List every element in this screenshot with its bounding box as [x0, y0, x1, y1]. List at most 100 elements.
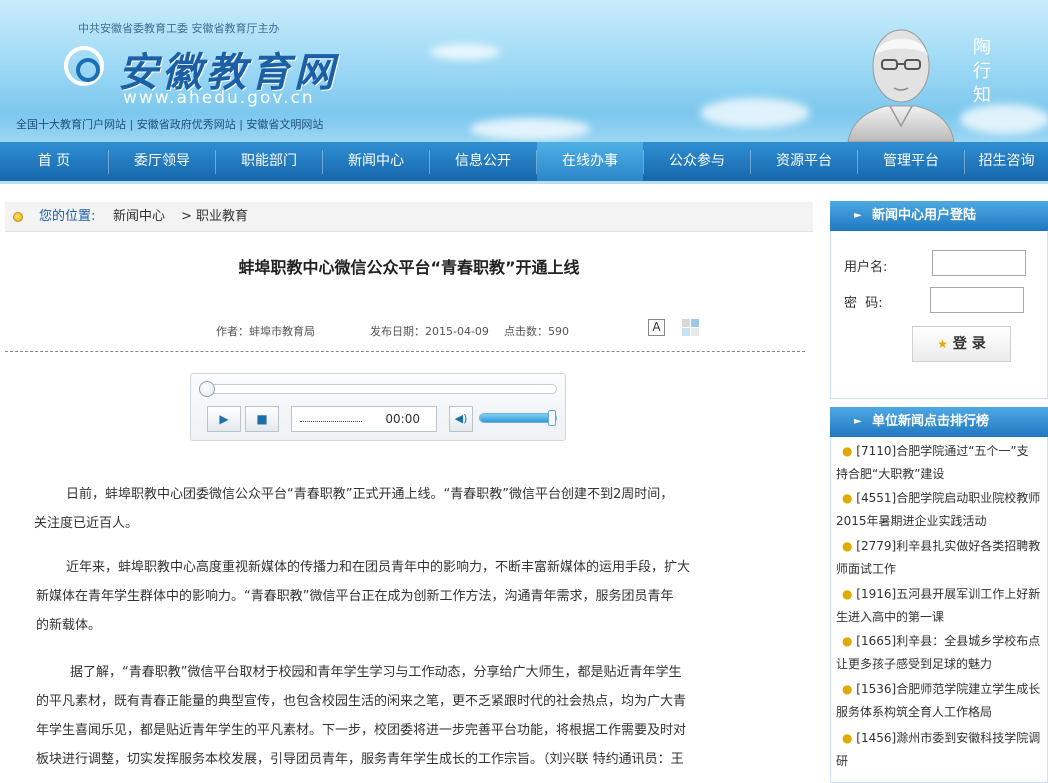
ranking-item[interactable]: ● [1536]合肥师范学院建立学生成长 服务体系构筑全育人工作格局: [836, 678, 1048, 724]
paragraph-line: 的新载体。: [36, 618, 102, 633]
logo-at-icon: [64, 46, 104, 86]
nav-item-departments[interactable]: 职能部门: [216, 142, 322, 181]
article-date: 发布日期：2015-04-09: [370, 325, 489, 338]
nav-item-admissions[interactable]: 招生咨询: [965, 142, 1048, 181]
cloud-decoration: [470, 118, 590, 140]
username-label: 用户名:: [844, 260, 888, 275]
breadcrumb-link-news-center[interactable]: 新闻中心: [113, 202, 165, 232]
paragraph-line: 新媒体在青年学生群体中的影响力。“青春职教”微信平台正在成为创新工作方法，沟通青…: [36, 589, 674, 604]
site-honors: 全国十大教育门户网站 | 安徽省政府优秀网站 | 安徽省文明网站: [16, 118, 324, 131]
background-color-button[interactable]: [682, 319, 699, 336]
cloud-decoration: [700, 98, 810, 128]
nav-item-leaders[interactable]: 委厅领导: [109, 142, 215, 181]
nav-item-home[interactable]: 首 页: [0, 142, 108, 181]
portrait-name: 陶行知: [973, 37, 991, 106]
volume-handle[interactable]: [548, 410, 556, 426]
ranking-item[interactable]: ● [2779]利辛县扎实做好各类招聘教 师面试工作: [836, 535, 1048, 581]
ranking-item[interactable]: ● [7110]合肥学院通过“五个一”支 持合肥“大职教”建设: [836, 440, 1048, 486]
location-dot-icon: [13, 212, 23, 222]
login-panel-header: ► 新闻中心用户登陆: [830, 201, 1048, 231]
site-url: www.ahedu.gov.cn: [123, 88, 315, 108]
article-click-count: 点击数：590: [504, 325, 569, 338]
breadcrumb-label: 您的位置:: [39, 209, 96, 224]
play-button[interactable]: ▶: [207, 406, 241, 432]
article-divider: [5, 351, 805, 352]
font-size-button[interactable]: A: [648, 319, 665, 336]
ranking-count: [2779]: [856, 539, 897, 553]
nav-item-management[interactable]: 管理平台: [858, 142, 964, 181]
article-author: 作者：蚌埠市教育局: [216, 325, 315, 338]
ranking-panel-header: ► 单位新闻点击排行榜: [830, 407, 1048, 437]
color-swatch: [682, 319, 690, 327]
main-nav: 首 页 委厅领导 职能部门 新闻中心 信息公开 在线办事 公众参与 资源平台 管…: [0, 142, 1048, 184]
bullet-icon: ●: [842, 491, 857, 505]
ranking-item[interactable]: ● [4551]合肥学院启动职业院校教师 2015年暑期进企业实践活动: [836, 487, 1048, 533]
color-swatch: [691, 328, 699, 336]
nav-item-news-center[interactable]: 新闻中心: [323, 142, 429, 181]
ranking-title-cont: 2015年暑期进企业实践活动: [836, 514, 987, 528]
arrow-right-icon: ►: [854, 210, 862, 221]
tao-xingzhi-portrait-image: [847, 29, 955, 142]
ranking-item[interactable]: ● [1456]滁州市委到安徽科技学院调 研: [836, 727, 1048, 773]
article-paragraph: 近年来，蚌埠职教中心高度重视新媒体的传播力和在团员青年中的影响力，不断丰富新媒体…: [36, 553, 806, 640]
ranking-title: 利辛县：全县城乡学校布点: [896, 634, 1041, 648]
login-button-label: 登 录: [952, 336, 986, 352]
ranking-count: [4551]: [856, 491, 897, 505]
ranking-title-cont: 让更多孩子感受到足球的魅力: [836, 657, 993, 671]
ranking-title-cont: 研: [836, 754, 849, 768]
password-input[interactable]: [930, 287, 1024, 313]
ranking-title-cont: 服务体系构筑全育人工作格局: [836, 705, 993, 719]
nav-item-public-participation[interactable]: 公众参与: [644, 142, 750, 181]
ranking-title: 五河县开展军训工作上好新: [896, 587, 1041, 601]
password-label: 密 码:: [844, 296, 883, 311]
ranking-title: 合肥师范学院建立学生成长: [896, 682, 1041, 696]
nav-item-info-disclosure[interactable]: 信息公开: [430, 142, 536, 181]
ranking-title-cont: 生进入高中的第一课: [836, 610, 945, 624]
paragraph-line: 日前，蚌埠职教中心团委微信公众平台“青春职教”正式开通上线。“青春职教”微信平台…: [66, 487, 674, 502]
ranking-title: 滁州市委到安徽科技学院调: [896, 731, 1041, 745]
arrow-right-icon: ►: [854, 416, 862, 427]
cloud-decoration: [960, 104, 1048, 134]
volume-button[interactable]: ◀): [449, 406, 473, 432]
bullet-icon: ●: [842, 444, 857, 458]
ranking-count: [1536]: [856, 682, 897, 696]
site-banner: 中共安徽省委教育工委 安徽省教育厅主办 安徽教育网 www.ahedu.gov.…: [0, 0, 1048, 142]
ranking-count: [1456]: [856, 731, 897, 745]
volume-slider[interactable]: [479, 413, 557, 423]
login-button[interactable]: ★ 登 录: [912, 326, 1011, 362]
paragraph-line: 近年来，蚌埠职教中心高度重视新媒体的传播力和在团员青年中的影响力，不断丰富新媒体…: [66, 560, 691, 575]
nav-item-online-services[interactable]: 在线办事: [537, 142, 643, 181]
ranking-title: 合肥学院启动职业院校教师: [896, 491, 1041, 505]
ranking-title: 合肥学院通过“五个一”支: [896, 444, 1029, 458]
seek-track[interactable]: [201, 384, 557, 394]
volume-fill: [480, 414, 552, 422]
ranking-title: 利辛县扎实做好各类招聘教: [896, 539, 1041, 553]
ranking-title-cont: 持合肥“大职教”建设: [836, 467, 945, 481]
ranking-count: [7110]: [856, 444, 897, 458]
seek-handle[interactable]: [199, 381, 215, 397]
login-panel-title: 新闻中心用户登陆: [872, 208, 977, 223]
article-paragraph: 据了解，“青春职教”微信平台取材于校园和青年学生学习与工作动态，分享给广大师生，…: [36, 658, 806, 774]
current-time: 00:00: [385, 412, 420, 426]
bullet-icon: ●: [842, 587, 857, 601]
ranking-item[interactable]: ● [1665]利辛县：全县城乡学校布点 让更多孩子感受到足球的魅力: [836, 630, 1048, 676]
stop-button[interactable]: ■: [245, 406, 279, 432]
paragraph-line: 的平凡素材，既有青春正能量的典型宣传，也包含校园生活的闲来之笔，更不乏紧跟时代的…: [36, 694, 687, 709]
username-input[interactable]: [932, 250, 1026, 276]
ranking-item[interactable]: ● [1916]五河县开展军训工作上好新 生进入高中的第一课: [836, 583, 1048, 629]
paragraph-line: 据了解，“青春职教”微信平台取材于校园和青年学生学习与工作动态，分享给广大师生，…: [70, 665, 682, 680]
bullet-icon: ●: [842, 731, 857, 745]
ranking-panel-title: 单位新闻点击排行榜: [872, 414, 990, 429]
paragraph-line: 年学生喜闻乐见，都是贴近青年学生的平凡素材。下一步，校团委将进一步完善平台功能，…: [36, 723, 687, 738]
cloud-decoration: [430, 44, 500, 60]
color-swatch: [691, 319, 699, 327]
time-display: 00:00: [291, 406, 437, 432]
ranking-count: [1665]: [856, 634, 897, 648]
buffer-indicator: [300, 421, 362, 422]
play-icon: ▶: [219, 412, 229, 426]
breadcrumb-current[interactable]: > 职业教育: [181, 202, 248, 232]
nav-item-resources[interactable]: 资源平台: [751, 142, 857, 181]
stop-icon: ■: [256, 412, 268, 426]
paragraph-line: 板块进行调整，切实发挥服务本校发展，引导团员青年，服务青年学生成长的工作宗旨。（…: [36, 752, 684, 767]
sponsor-text: 中共安徽省委教育工委 安徽省教育厅主办: [78, 22, 280, 35]
